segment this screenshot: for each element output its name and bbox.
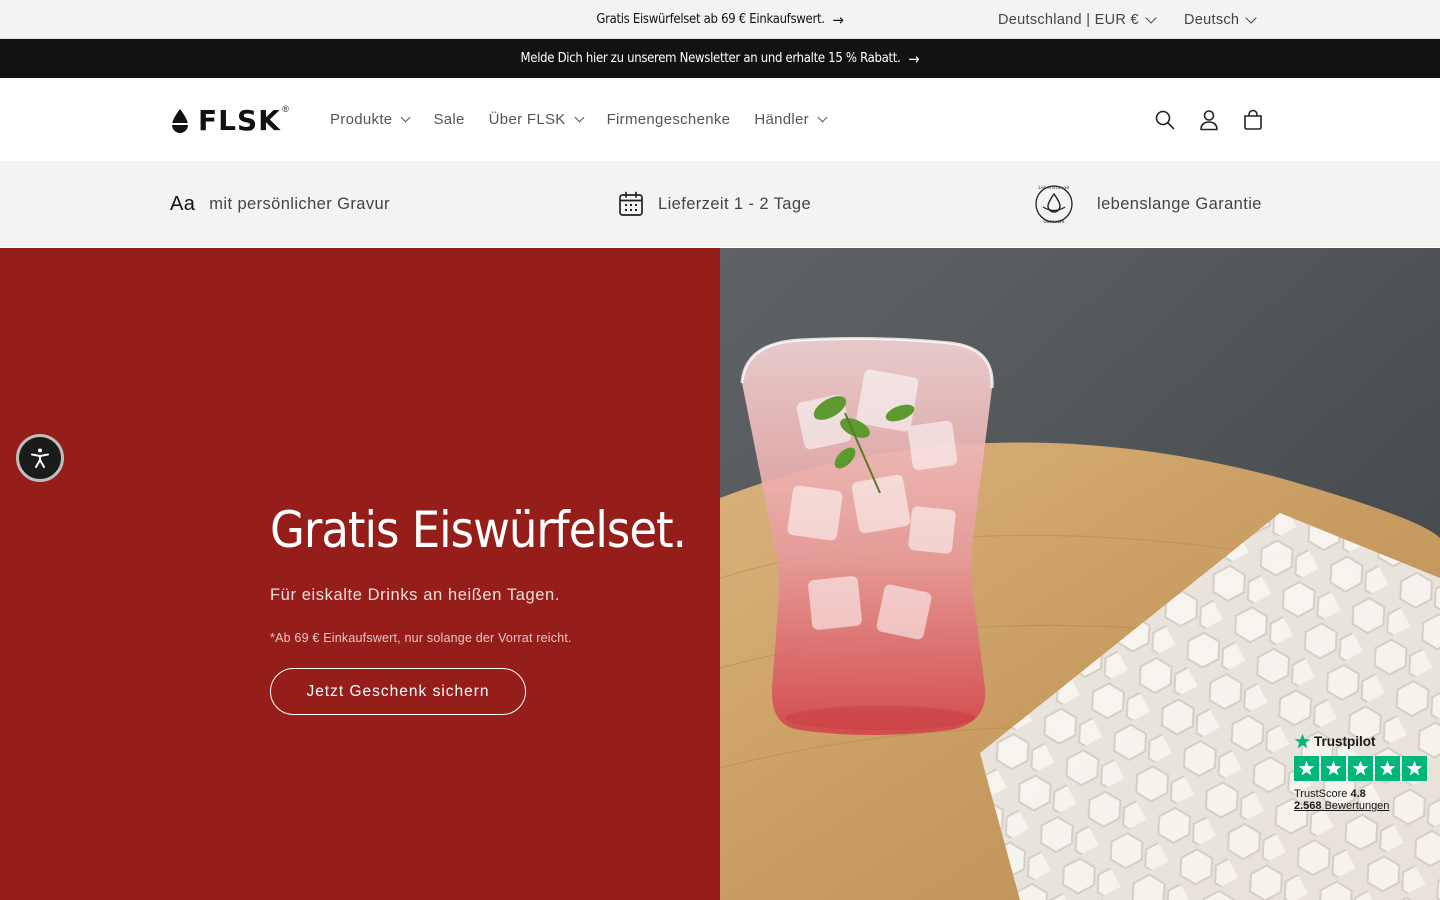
logo[interactable]: FLSK ® [170,104,289,137]
nav-label: Firmengeschenke [606,111,731,128]
hero-subtitle: Für eiskalte Drinks an heißen Tagen. [270,586,561,604]
trustpilot-brand: Trustpilot [1314,734,1376,749]
nav-item-sale[interactable]: Sale [433,111,464,128]
usp-guarantee-text: lebenslange Garantie [1097,194,1262,213]
nav-label: Händler [754,111,809,128]
chevron-down-icon [817,112,828,123]
badge-top-text: Lebenslange [1039,185,1070,190]
font-icon: Aa [170,192,196,215]
site-header: FLSK ® Produkte Sale Über FLSK Firmenges… [0,78,1440,161]
star-icon [1402,756,1427,781]
language-selector[interactable]: Deutsch [1184,0,1257,39]
main-nav: Produkte Sale Über FLSK Firmengeschenke … [330,78,828,161]
drop-logo-icon [171,108,189,133]
accessibility-button[interactable] [16,434,64,482]
trustpilot-star-icon [1294,733,1311,749]
hero-disclaimer: *Ab 69 € Einkaufswert, nur solange der V… [270,631,572,645]
guarantee-badge-icon: Lebenslange Garantie [1035,185,1073,224]
nav-item-firmengeschenke[interactable]: Firmengeschenke [607,111,731,128]
hero-banner: Gratis Eiswürfelset. Für eiskalte Drinks… [0,248,1440,900]
trustpilot-widget[interactable]: Trustpilot TrustScore 4.8 2.568 Bewertun… [1294,733,1434,812]
star-icon [1375,756,1400,781]
arrow-right-icon: → [832,10,844,29]
newsletter-bar[interactable]: Melde Dich hier zu unserem Newsletter an… [0,39,1440,78]
usp-delivery: Lieferzeit 1 - 2 Tage [618,161,811,247]
trustscore-label: TrustScore [1294,788,1348,800]
trustpilot-logo: Trustpilot [1294,733,1434,750]
search-icon[interactable] [1154,109,1176,131]
star-icon [1294,756,1319,781]
usp-bar: Aa mit persönlicher Gravur Lieferzeit 1 … [0,161,1440,247]
reviews-count: 2.568 [1294,800,1322,812]
nav-item-produkte[interactable]: Produkte [330,111,411,128]
arrow-right-icon: → [908,49,920,68]
chevron-down-icon [1245,11,1257,24]
trustpilot-stars [1294,756,1434,781]
trustscore-value: 4.8 [1350,788,1366,800]
trustpilot-reviews-link[interactable]: 2.568 Bewertungen [1294,800,1434,812]
newsletter-text: Melde Dich hier zu unserem Newsletter an… [520,51,901,66]
header-actions [1154,78,1264,161]
nav-item-haendler[interactable]: Händler [754,111,828,128]
calendar-icon [619,191,643,216]
announcement-text: Gratis Eiswürfelset ab 69 € Einkaufswert… [596,12,825,27]
logo-text: FLSK [198,104,281,137]
reviews-label: Bewertungen [1324,800,1390,812]
usp-engraving-text: mit persönlicher Gravur [209,194,390,213]
language-label: Deutsch [1184,11,1240,28]
usp-delivery-text: Lieferzeit 1 - 2 Tage [658,194,812,213]
hero-text-panel: Gratis Eiswürfelset. Für eiskalte Drinks… [0,248,720,900]
account-icon[interactable] [1198,109,1220,131]
star-icon [1321,756,1346,781]
nav-item-ueber-flsk[interactable]: Über FLSK [488,111,585,128]
cart-icon[interactable] [1242,109,1264,131]
chevron-down-icon [400,112,411,123]
chevron-down-icon [574,112,585,123]
badge-bottom-text: Garantie [1043,219,1064,224]
logo-registered-mark: ® [282,104,289,114]
usp-guarantee: Lebenslange Garantie lebenslange Garanti… [1033,161,1262,247]
claim-gift-button[interactable]: Jetzt Geschenk sichern [270,668,526,715]
country-selector[interactable]: Deutschland | EUR € [998,0,1157,39]
announcement-bar: Gratis Eiswürfelset ab 69 € Einkaufswert… [0,0,1440,39]
chevron-down-icon [1145,11,1157,24]
nav-label: Über FLSK [488,111,566,128]
star-icon [1348,756,1373,781]
country-label: Deutschland | EUR € [998,11,1139,28]
nav-label: Sale [433,111,465,128]
accessibility-icon [31,448,49,468]
trustscore: TrustScore 4.8 [1294,788,1434,800]
nav-label: Produkte [330,111,393,128]
usp-engraving: Aa mit persönlicher Gravur [170,161,390,247]
hero-title: Gratis Eiswürfelset. [270,501,687,559]
